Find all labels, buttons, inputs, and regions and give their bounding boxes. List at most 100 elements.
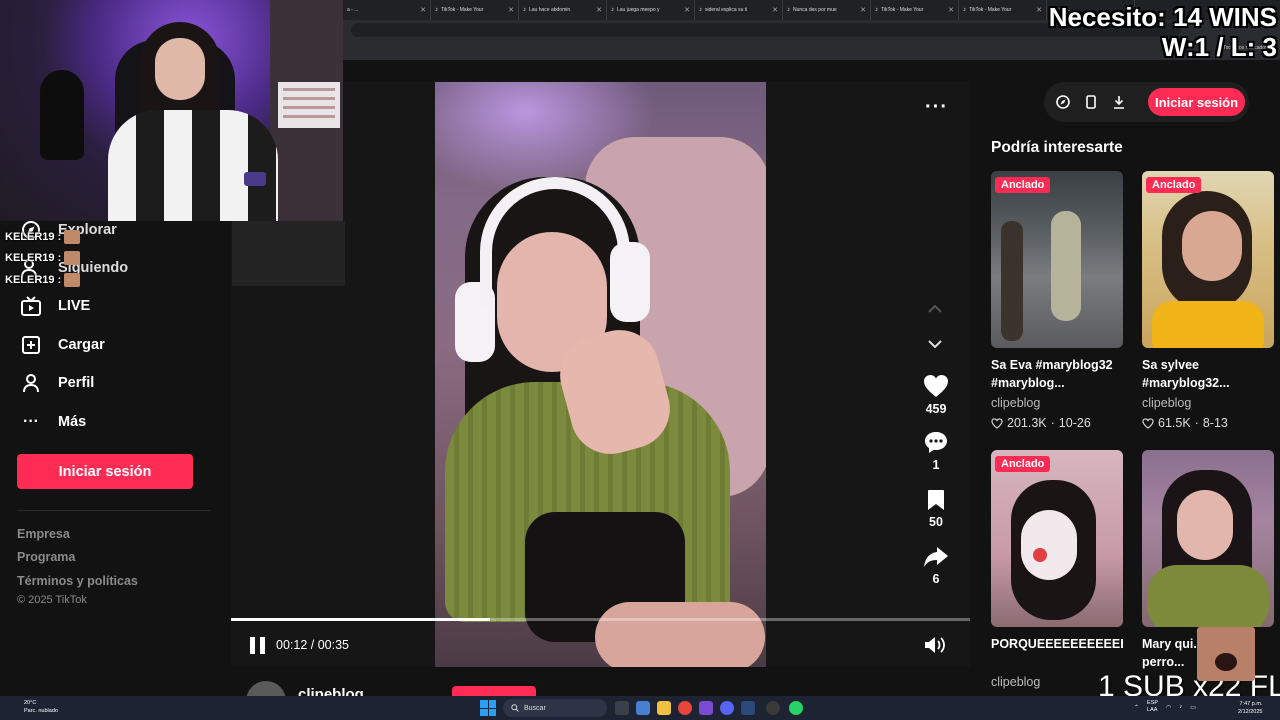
video-thumbnail[interactable] xyxy=(1142,450,1274,627)
emote-overlay xyxy=(1197,627,1255,681)
sidebar-divider xyxy=(17,510,211,511)
steam-icon[interactable] xyxy=(741,701,755,715)
share-button[interactable]: 6 xyxy=(920,546,952,586)
chevron-up-icon[interactable]: ⌃ xyxy=(1134,704,1139,711)
close-tab-icon[interactable]: ✕ xyxy=(420,6,426,14)
video-card[interactable]: Anclado PORQUEEEEEEEEEEEEEEEEEEEEEEEEEE.… xyxy=(991,450,1123,689)
video-card[interactable]: Anclado Sa Eva #maryblog32 #maryblog... … xyxy=(991,171,1123,430)
discord-icon[interactable] xyxy=(720,701,734,715)
start-icon[interactable] xyxy=(480,700,496,716)
sidebar-item-cargar[interactable]: Cargar xyxy=(20,331,105,359)
footer-link-programa[interactable]: Programa xyxy=(17,550,75,564)
more-options-icon[interactable]: ··· xyxy=(925,96,948,119)
author-avatar[interactable] xyxy=(246,681,286,696)
volume-icon[interactable] xyxy=(924,636,946,654)
follow-button[interactable] xyxy=(452,686,536,696)
chevron-down-icon[interactable] xyxy=(925,334,945,354)
like-button[interactable]: 459 xyxy=(920,374,952,416)
weather-widget[interactable]: 20°C Parc. nublado xyxy=(24,699,58,715)
like-count: 459 xyxy=(925,402,947,416)
close-tab-icon[interactable]: ✕ xyxy=(772,6,778,14)
thumb-figure xyxy=(1177,490,1233,560)
volume-icon[interactable]: ♪ xyxy=(1179,704,1182,710)
cam-note xyxy=(278,82,340,128)
card-title[interactable]: Sa sylvee #maryblog32... xyxy=(1142,356,1274,392)
video-thumbnail[interactable]: Anclado xyxy=(991,450,1123,627)
author-row: clipeblog xyxy=(231,667,970,696)
video-progress-bar[interactable] xyxy=(231,618,970,621)
screen: a - ... ✕ ♪ TikTok - Make Your ✕ ♪ Lau hace … xyxy=(0,0,1280,720)
thumb-figure xyxy=(1021,510,1077,580)
thumb-figure xyxy=(1051,211,1081,321)
sidebar-item-label: Más xyxy=(58,414,87,430)
browser-tab[interactable]: ♪ Lau juega meepo y ✕ xyxy=(607,0,695,20)
sidebar-item-label: Cargar xyxy=(58,337,105,353)
browser-tab[interactable]: ♪ Lau hace abdomin ✕ xyxy=(519,0,607,20)
battery-icon[interactable]: ▭ xyxy=(1190,704,1196,711)
save-button[interactable]: 50 xyxy=(920,489,952,529)
browser-tab[interactable]: ♪ TikTok - Make Your ✕ xyxy=(431,0,519,20)
chrome-icon[interactable] xyxy=(678,701,692,715)
card-title[interactable]: PORQUEEEEEEEEEEEEEEEEEEEEEEEEEE... xyxy=(991,635,1123,671)
task-view-icon[interactable] xyxy=(615,701,629,715)
tiktok-icon: ♪ xyxy=(787,7,790,13)
lang-indicator[interactable]: ESP LAA xyxy=(1147,700,1158,714)
wins-counter: Necesito: 14 WINS W:1 / L: 3 xyxy=(1049,2,1277,62)
tab-label: sideral explica su ti xyxy=(705,7,748,13)
sidebar-item-live[interactable]: LIVE xyxy=(20,292,90,320)
comment-button[interactable]: 1 xyxy=(920,430,952,472)
browser-tab[interactable]: a - ... ✕ xyxy=(343,0,431,20)
app-icon[interactable] xyxy=(699,701,713,715)
save-count: 50 xyxy=(929,515,943,529)
close-tab-icon[interactable]: ✕ xyxy=(508,6,514,14)
download-icon[interactable] xyxy=(1109,92,1129,112)
close-tab-icon[interactable]: ✕ xyxy=(684,6,690,14)
browser-tab[interactable]: ♪ TikTok - Make Your ✕ xyxy=(959,0,1047,20)
pause-icon[interactable] xyxy=(250,637,266,654)
whatsapp-icon[interactable] xyxy=(789,701,803,715)
browser-tab[interactable]: ♪ Nunca des por mue ✕ xyxy=(783,0,871,20)
pinned-badge: Anclado xyxy=(1146,177,1202,193)
compass-icon[interactable] xyxy=(1053,92,1073,112)
copilot-icon[interactable] xyxy=(636,701,650,715)
card-likes: 201.3K xyxy=(1007,416,1047,430)
video-frame[interactable] xyxy=(435,82,766,667)
thumb-figure xyxy=(1182,211,1242,281)
footer-link-terminos[interactable]: Términos y políticas xyxy=(17,574,138,588)
browser-tab[interactable]: ♪ TikTok - Make Your ✕ xyxy=(871,0,959,20)
card-title[interactable]: Sa Eva #maryblog32 #maryblog... xyxy=(991,356,1123,392)
tab-label: Lau hace abdomin xyxy=(529,7,571,13)
login-button-top[interactable]: Iniciar sesión xyxy=(1148,88,1245,116)
tab-label: Lau juega meepo y xyxy=(617,7,660,13)
phone-icon[interactable] xyxy=(1081,92,1101,112)
file-explorer-icon[interactable] xyxy=(657,701,671,715)
card-author[interactable]: clipeblog xyxy=(991,396,1123,410)
cam-phone xyxy=(244,172,266,186)
login-button[interactable]: Iniciar sesión xyxy=(17,454,193,489)
obs-icon[interactable] xyxy=(766,701,780,715)
taskbar-search[interactable]: Buscar xyxy=(503,699,607,717)
thumb-figure xyxy=(1147,565,1269,627)
card-author[interactable]: clipeblog xyxy=(1142,396,1274,410)
close-tab-icon[interactable]: ✕ xyxy=(596,6,602,14)
emote-mouth xyxy=(1215,653,1237,671)
card-stats: 201.3K · 10-26 xyxy=(991,416,1123,430)
video-time: 00:12 / 00:35 xyxy=(276,638,349,652)
clock-date: 2/12/2025 xyxy=(1238,709,1263,715)
sidebar-item-mas[interactable]: ··· Más xyxy=(20,408,86,436)
taskbar-clock[interactable]: 7:47 p.m. 2/12/2025 xyxy=(1238,700,1262,716)
wifi-icon[interactable]: ◠ xyxy=(1166,704,1171,711)
close-tab-icon[interactable]: ✕ xyxy=(1036,6,1042,14)
video-thumbnail[interactable]: Anclado xyxy=(1142,171,1274,348)
author-name[interactable]: clipeblog xyxy=(298,686,364,696)
video-card[interactable]: Anclado Sa sylvee #maryblog32... clipebl… xyxy=(1142,171,1274,430)
close-tab-icon[interactable]: ✕ xyxy=(948,6,954,14)
close-tab-icon[interactable]: ✕ xyxy=(860,6,866,14)
pinned-badge: Anclado xyxy=(995,177,1051,193)
more-dots-icon: ··· xyxy=(23,413,39,430)
chevron-up-icon[interactable] xyxy=(925,299,945,319)
footer-link-empresa[interactable]: Empresa xyxy=(17,527,70,541)
browser-tab[interactable]: ♪ sideral explica su ti ✕ xyxy=(695,0,783,20)
sidebar-item-perfil[interactable]: Perfil xyxy=(20,369,94,397)
video-thumbnail[interactable]: Anclado xyxy=(991,171,1123,348)
